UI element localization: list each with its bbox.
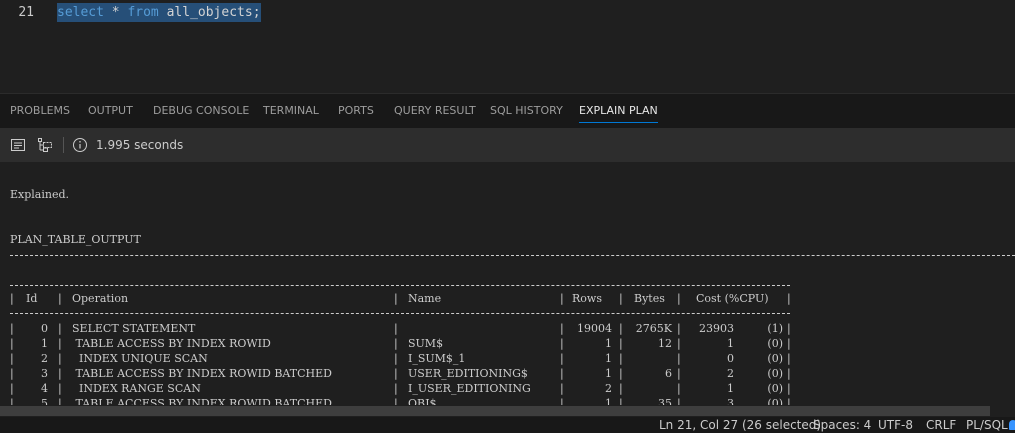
plan-name: SUM$ [408, 337, 444, 350]
notifications-bell-icon[interactable] [1009, 420, 1015, 430]
panel-tabs: PROBLEMS OUTPUT DEBUG CONSOLE TERMINAL P… [0, 94, 1015, 128]
plan-name: I_SUM$_1 [408, 352, 466, 365]
plan-cost: 2 [727, 367, 734, 380]
tab-sql-history[interactable]: SQL HISTORY [490, 94, 563, 128]
plan-id: 0 [41, 322, 48, 335]
plan-rows: 1 [605, 397, 612, 405]
language-mode[interactable]: PL/SQL [966, 417, 1008, 433]
editor[interactable]: 21 select * from all_objects; [0, 0, 1015, 93]
file-encoding[interactable]: UTF-8 [878, 417, 913, 433]
tab-query-result[interactable]: QUERY RESULT [394, 94, 476, 128]
plan-table-output-header: PLAN_TABLE_OUTPUT [10, 233, 141, 246]
plan-operation: SELECT STATEMENT [72, 322, 196, 335]
tab-problems[interactable]: PROBLEMS [10, 94, 70, 128]
column-header-operation: Operation [72, 292, 129, 305]
plan-cost: 1 [727, 337, 734, 350]
column-header-id: Id [26, 292, 38, 305]
keyword-select: select [57, 5, 104, 20]
plan-view-icon[interactable] [37, 137, 53, 153]
keyword-from: from [127, 5, 159, 20]
plan-cpu: (0) [767, 352, 783, 365]
plan-row: | 0 | SELECT STATEMENT | | 19004 | 2765K | 23… [10, 322, 791, 335]
plan-name: OBJ$ [408, 397, 437, 405]
cursor-position[interactable]: Ln 21, Col 27 (26 selected) [659, 417, 821, 433]
plan-row: | 4 | INDEX RANGE SCAN | I_USER_EDITIONING |… [10, 382, 791, 395]
plan-bytes: 6 [665, 367, 672, 380]
plan-cpu: (0) [767, 382, 783, 395]
explain-plan-output[interactable]: Explained. PLAN_TABLE_OUTPUT | Id | Oper… [0, 162, 1015, 405]
plan-cpu: (0) [767, 337, 783, 350]
plan-id: 2 [41, 352, 48, 365]
status-bar: Ln 21, Col 27 (26 selected) Spaces: 4 UT… [0, 417, 1015, 433]
plan-id: 4 [41, 382, 48, 395]
text-view-icon[interactable] [10, 137, 26, 153]
plan-bytes: 12 [658, 337, 672, 350]
code-table-name: all_objects [166, 5, 253, 20]
indentation[interactable]: Spaces: 4 [813, 417, 871, 433]
toolbar-separator [63, 137, 64, 153]
plan-rows: 1 [605, 352, 612, 365]
scrollbar-thumb[interactable] [0, 406, 990, 416]
plan-operation: TABLE ACCESS BY INDEX ROWID BATCHED [72, 367, 332, 380]
plan-cost: 3 [727, 397, 734, 405]
tab-explain-plan[interactable]: EXPLAIN PLAN [579, 94, 658, 128]
tab-output[interactable]: OUTPUT [88, 94, 133, 128]
plan-cpu: (0) [767, 397, 783, 405]
plan-bytes: 2765K [635, 322, 672, 335]
explained-message: Explained. [10, 188, 70, 201]
tab-ports[interactable]: PORTS [338, 94, 374, 128]
plan-rows: 2 [605, 382, 612, 395]
plan-cost: 23903 [699, 322, 734, 335]
plan-rows: 1 [605, 367, 612, 380]
plan-rows: 19004 [577, 322, 612, 335]
plan-header-row: | Id | Operation | Name | Rows | Bytes |… [10, 292, 791, 305]
line-number: 21 [18, 5, 34, 20]
line-endings[interactable]: CRLF [926, 417, 956, 433]
plan-name: USER_EDITIONING$ [408, 367, 528, 380]
plan-top-border [10, 285, 790, 286]
plan-name: I_USER_EDITIONING [408, 382, 531, 395]
column-header-cost: Cost (%CPU) [696, 292, 769, 305]
plan-row: | 5 | TABLE ACCESS BY INDEX ROWID BATCHED |… [10, 396, 800, 405]
plan-bytes: 35 [658, 397, 672, 405]
horizontal-scrollbar[interactable] [0, 405, 1015, 417]
plan-id: 1 [41, 337, 48, 350]
plan-id: 3 [41, 367, 48, 380]
code-star: * [111, 5, 120, 20]
execution-time: 1.995 seconds [96, 138, 184, 152]
plan-row: | 2 | INDEX UNIQUE SCAN | I_SUM$_1 | 1 | | 0 … [10, 352, 791, 365]
plan-row: | 3 | TABLE ACCESS BY INDEX ROWID BATCHED |… [10, 367, 791, 380]
plan-operation: TABLE ACCESS BY INDEX ROWID [72, 337, 271, 350]
editor-line-21[interactable]: 21 select * from all_objects; [0, 3, 1015, 22]
info-icon [73, 138, 87, 152]
plan-cost: 1 [727, 382, 734, 395]
plan-cpu: (1) [767, 322, 783, 335]
explain-plan-toolbar: 1.995 seconds [0, 128, 1015, 162]
plan-table-divider [10, 255, 1015, 256]
column-header-rows: Rows [572, 292, 602, 305]
plan-rows: 1 [605, 337, 612, 350]
plan-row: | 1 | TABLE ACCESS BY INDEX ROWID | SUM$ | 1… [10, 337, 791, 350]
plan-header-border [10, 313, 790, 314]
plan-id: 5 [41, 397, 48, 405]
plan-cost: 0 [727, 352, 734, 365]
tab-debug-console[interactable]: DEBUG CONSOLE [153, 94, 249, 128]
plan-cpu: (0) [767, 367, 783, 380]
tab-terminal[interactable]: TERMINAL [263, 94, 319, 128]
plan-operation: INDEX RANGE SCAN [72, 382, 201, 395]
plan-operation: INDEX UNIQUE SCAN [72, 352, 208, 365]
selected-code[interactable]: select * from all_objects; [57, 3, 261, 22]
code-semicolon: ; [252, 5, 261, 20]
plan-operation: TABLE ACCESS BY INDEX ROWID BATCHED [72, 397, 332, 405]
column-header-name: Name [408, 292, 442, 305]
